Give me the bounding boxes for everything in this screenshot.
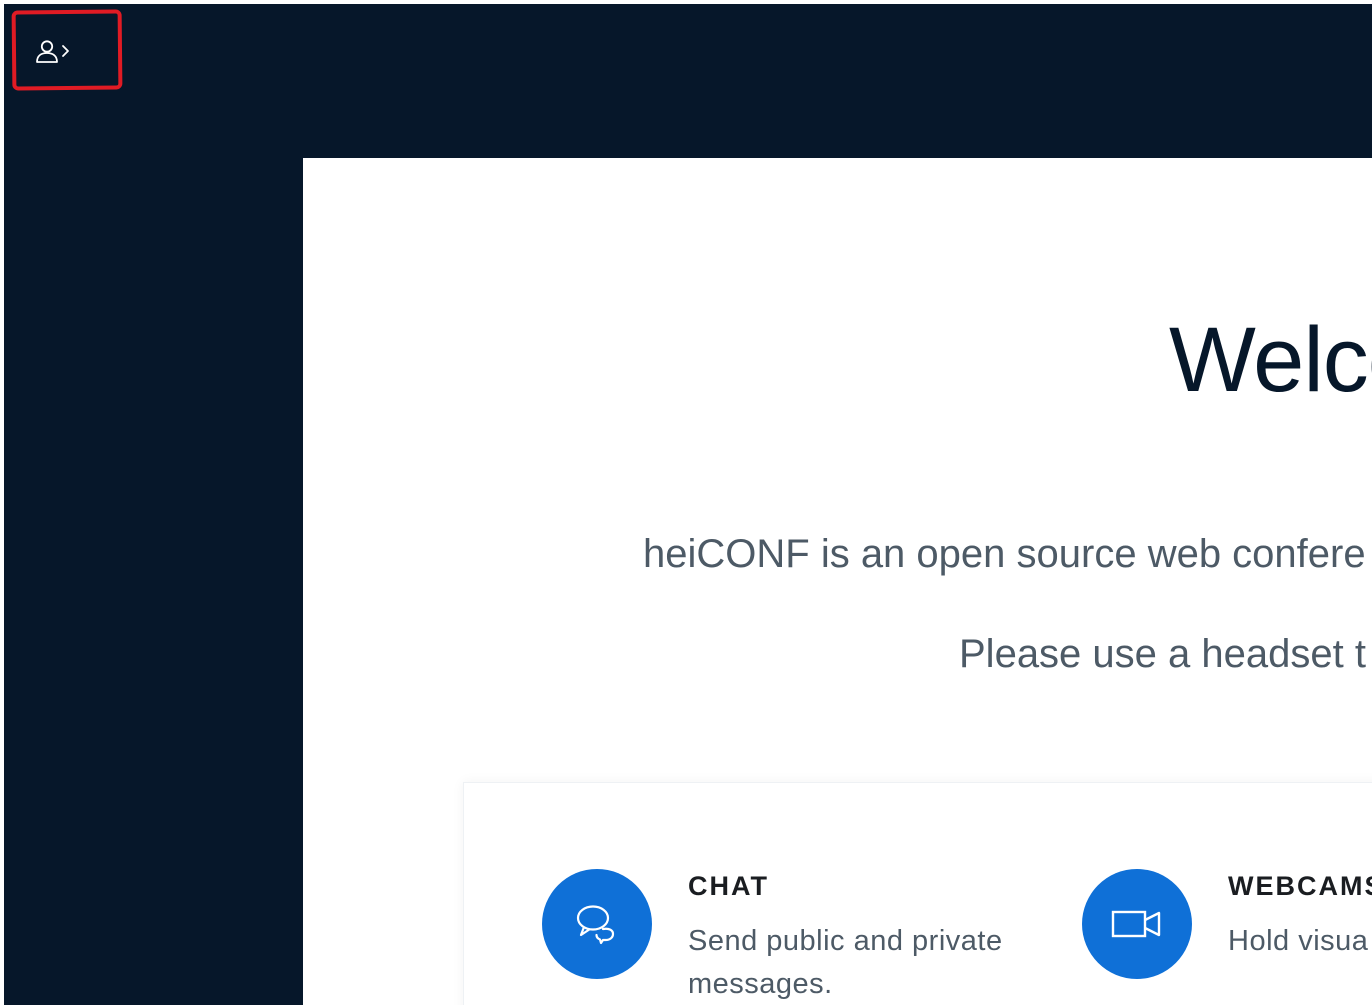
feature-webcams: WEBCAMS Hold visua <box>1082 869 1372 979</box>
app-window: Welco heiCONF is an open source web conf… <box>4 4 1372 1005</box>
video-camera-icon <box>1082 869 1192 979</box>
headset-note-text: Please use a headset t <box>959 632 1366 676</box>
feature-description: Send public and private messages. <box>688 925 1003 1000</box>
welcome-intro-text: heiCONF is an open source web confere <box>643 532 1366 576</box>
feature-description: Hold visua <box>1228 925 1369 957</box>
feature-chat: CHAT Send public and private messages. <box>542 869 1048 1005</box>
feature-title: WEBCAMS <box>1228 871 1372 901</box>
user-chevron-right-icon <box>34 36 74 73</box>
presentation-area: Welco heiCONF is an open source web conf… <box>303 158 1372 1005</box>
userlist-toggle-button[interactable] <box>28 32 80 76</box>
chat-bubbles-icon <box>542 869 652 979</box>
feature-title: CHAT <box>688 871 769 901</box>
welcome-title: Welco <box>1169 309 1372 411</box>
features-card: CHAT Send public and private messages. W… <box>463 782 1372 1005</box>
